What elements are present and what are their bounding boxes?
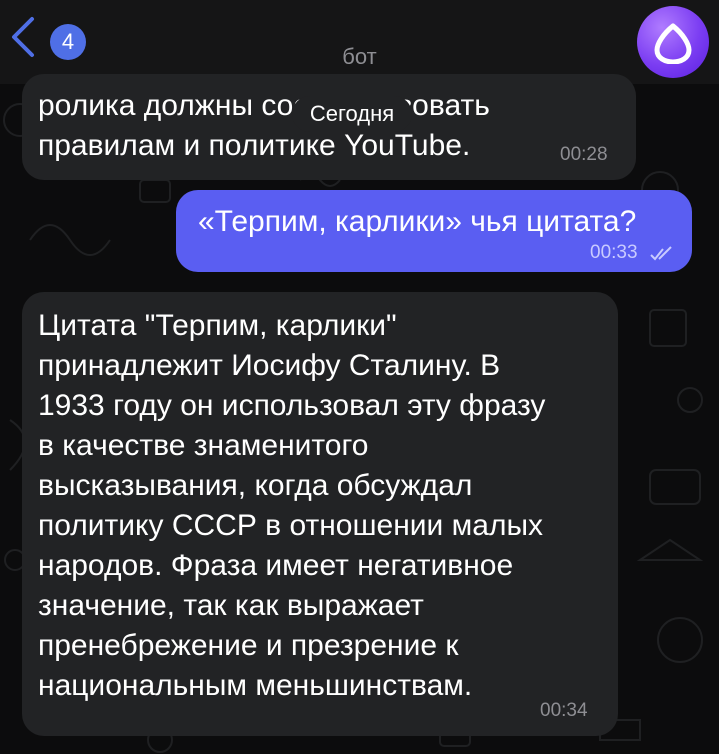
chat-header: 4 бот	[0, 0, 719, 84]
message-time: 00:34	[540, 700, 588, 721]
message-text: «Терпим, карлики» чья цитата?	[198, 205, 637, 238]
message-time: 00:33	[590, 242, 638, 263]
chat-title[interactable]: бот	[0, 44, 719, 70]
chat-avatar[interactable]	[637, 6, 709, 78]
double-check-icon	[650, 246, 672, 261]
message-time: 00:28	[560, 144, 608, 165]
bot-logo-icon	[654, 23, 692, 64]
date-separator: Сегодня	[292, 96, 412, 132]
message-bubble-outgoing[interactable]: «Терпим, карлики» чья цитата? 00:33	[176, 190, 692, 272]
message-bubble-incoming[interactable]: Цитата "Терпим, карлики" принадлежит Иос…	[22, 292, 618, 736]
message-text: Цитата "Терпим, карлики" принадлежит Иос…	[38, 309, 546, 702]
